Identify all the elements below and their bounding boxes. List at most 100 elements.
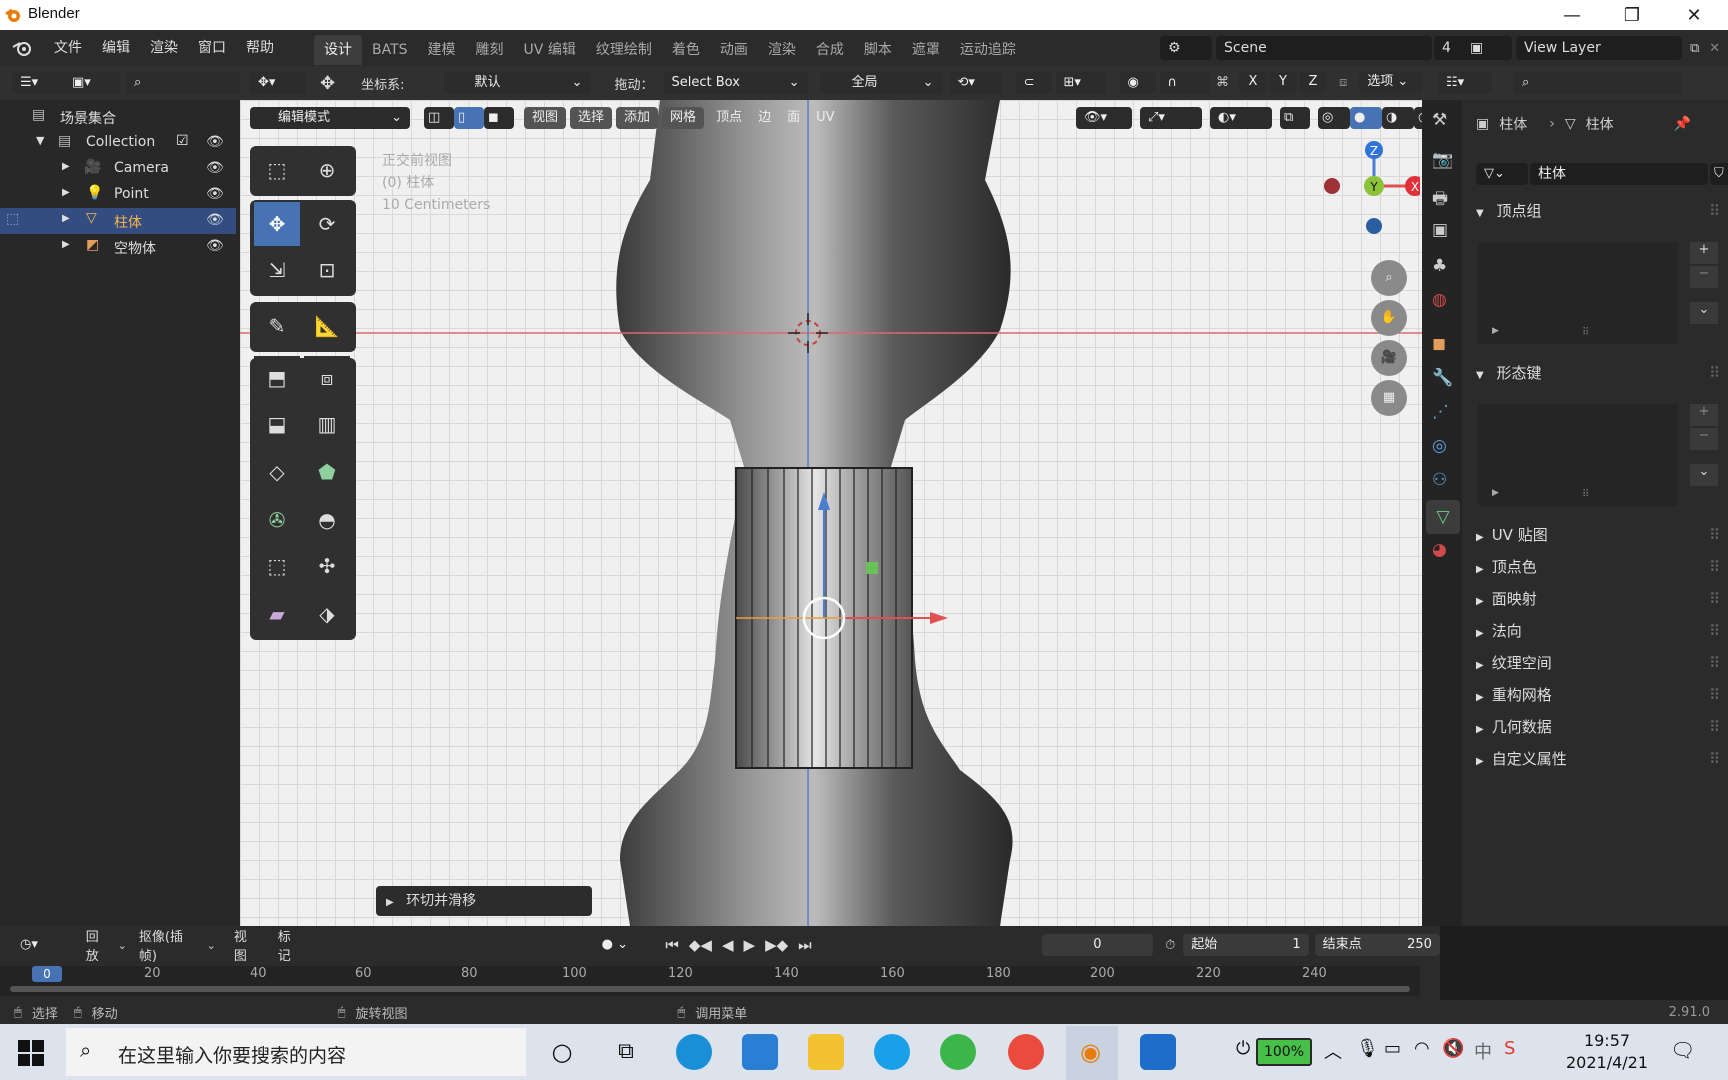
list-resize-handle-icon[interactable]: ⠿ [1582, 489, 1589, 500]
clock[interactable]: 19:57 2021/4/21 [1552, 1030, 1662, 1074]
chrome-icon[interactable] [1008, 1034, 1044, 1070]
vertex-group-specials-button[interactable]: ⌄ [1690, 302, 1718, 324]
rip-tool-icon[interactable]: ⬗ [304, 592, 350, 636]
tool-icon[interactable]: ✥▾ [250, 72, 306, 94]
solid-shading-icon[interactable]: ● [1350, 107, 1382, 129]
camera-view-icon[interactable]: 🎥 [1371, 340, 1407, 376]
panel-shape-keys[interactable]: ▼ 形态键 ⠿ [1462, 362, 1724, 392]
jump-end-icon[interactable]: ⏭ [798, 936, 812, 954]
drag-handle-icon[interactable]: ⠿ [1709, 686, 1720, 704]
scene-tab-icon[interactable]: ♣ [1432, 256, 1447, 276]
wechat-icon[interactable] [940, 1034, 976, 1070]
add-vertex-group-button[interactable]: + [1690, 242, 1718, 264]
cursor-tool-icon[interactable]: ⊕ [304, 148, 350, 192]
move-tool-icon[interactable]: ✥ [254, 202, 300, 246]
navigation-gizmo[interactable]: Z Y X [1320, 136, 1420, 246]
mesh-name-field[interactable]: 柱体 [1530, 163, 1708, 185]
microphone-icon[interactable]: 🎙 [1356, 1038, 1379, 1059]
pan-hand-icon[interactable]: ✋ [1371, 300, 1407, 336]
last-operator-panel[interactable]: ▶ 环切并滑移 [376, 886, 592, 916]
current-frame-field[interactable]: 0 [1041, 934, 1154, 956]
workspace-tab-compositing[interactable]: 合成 [806, 35, 854, 65]
workspace-tab-modeling[interactable]: 建模 [418, 35, 466, 65]
menu-render[interactable]: 渲染 [140, 30, 188, 66]
constraints-tab-icon[interactable]: ⚇ [1432, 470, 1447, 490]
menu-edit[interactable]: 编辑 [92, 30, 140, 66]
expand-arrow-icon[interactable]: ▶ [62, 161, 70, 172]
workspace-tab-bats[interactable]: BATS [362, 35, 418, 65]
zoom-icon[interactable]: ⌕ [1371, 260, 1407, 296]
prev-keyframe-icon[interactable]: ◆◀ [689, 936, 712, 954]
close-button[interactable]: ✕ [1666, 0, 1722, 30]
fake-user-icon[interactable]: ⛉ [1710, 163, 1728, 185]
shrink-fatten-tool-icon[interactable]: ✣ [304, 544, 350, 588]
eye-icon[interactable]: 👁 [206, 134, 224, 152]
volume-muted-icon[interactable]: 🔇 [1442, 1038, 1464, 1059]
drag-dropdown[interactable]: Select Box ⌄ [663, 72, 808, 94]
antivirus-icon[interactable]: S [1504, 1038, 1515, 1059]
material-tab-icon[interactable]: ◕ [1432, 540, 1447, 560]
menu-help[interactable]: 帮助 [236, 30, 284, 66]
shear-tool-icon[interactable]: ▰ [254, 592, 300, 636]
battery-icon[interactable]: ▭ [1384, 1038, 1401, 1059]
orientation-dropdown[interactable]: 默认 ⌄ [444, 72, 591, 94]
drag-handle-icon[interactable]: ⠿ [1709, 526, 1720, 544]
snap-type-icon[interactable]: ⊞▾ [1055, 72, 1106, 94]
particles-tab-icon[interactable]: ⋰ [1432, 402, 1449, 422]
material-shading-icon[interactable]: ◑ [1382, 107, 1414, 129]
menu-view[interactable]: 视图 [524, 107, 567, 129]
menu-window[interactable]: 窗口 [188, 30, 236, 66]
play-icon[interactable]: ▶ [744, 936, 756, 954]
wireframe-shading-icon[interactable]: ◎ [1318, 107, 1350, 129]
mesh-datablock-selector[interactable]: ▽⌄ 柱体 ⛉ [1476, 162, 1728, 186]
menu-uv[interactable]: UV [808, 107, 842, 129]
outliner-item-empty[interactable]: ▶ ◩ 空物体 👁 [0, 234, 236, 260]
poly-build-tool-icon[interactable]: ⬟ [304, 450, 350, 494]
list-filter-arrow-icon[interactable]: ▶ [1492, 488, 1499, 498]
mesh-browse-icon[interactable]: ▽⌄ [1476, 163, 1528, 185]
menu-add[interactable]: 添加 [616, 107, 659, 129]
playhead[interactable]: 0 [32, 966, 62, 982]
ortho-grid-icon[interactable]: ▦ [1371, 380, 1407, 416]
jump-start-icon[interactable]: ⏮ [665, 936, 679, 954]
drag-handle-icon[interactable]: ⠿ [1709, 750, 1720, 768]
panel-geometry-data[interactable]: ▶ 几何数据 ⠿ [1462, 716, 1724, 746]
visibility-icon[interactable]: 👁▾ [1076, 107, 1132, 129]
panel-remesh[interactable]: ▶ 重构网格 ⠿ [1462, 684, 1724, 714]
workspace-tab-texture-paint[interactable]: 纹理绘制 [586, 35, 662, 65]
face-select-icon[interactable]: ◼ [484, 107, 514, 129]
physics-tab-icon[interactable]: ◎ [1432, 436, 1447, 456]
workspace-tab-scripting[interactable]: 脚本 [854, 35, 902, 65]
outliner-item-camera[interactable]: ▶ 🎥 Camera 👁 [0, 156, 236, 182]
outliner-search-input[interactable]: ⌕ [126, 72, 250, 94]
wifi-icon[interactable]: ◠ [1414, 1038, 1430, 1059]
menu-face[interactable]: 面 [779, 107, 808, 129]
menu-playback[interactable]: 回放 [86, 926, 112, 964]
bevel-tool-icon[interactable]: ⬓ [254, 402, 300, 446]
notification-icon[interactable]: 🗨 [1670, 1038, 1695, 1062]
menu-edge[interactable]: 边 [750, 107, 779, 129]
inset-tool-icon[interactable]: ⧈ [304, 356, 350, 400]
restore-button[interactable]: ❐ [1604, 0, 1660, 30]
workspace-tab-uv-editing[interactable]: UV 编辑 [514, 35, 586, 65]
mirror-x-toggle[interactable]: X [1239, 71, 1267, 93]
outliner-item-cylinder[interactable]: ⬚ ▶ ▽ 柱体 👁 [0, 208, 236, 234]
edge-select-icon[interactable]: ▯ [454, 107, 484, 129]
shape-keys-list[interactable]: ▶ ⠿ [1478, 404, 1678, 506]
properties-search-input[interactable]: ⌕ [1514, 72, 1682, 94]
view-layer-selector[interactable]: ▣ View Layer ⧉ ✕ [1462, 36, 1720, 60]
list-filter-arrow-icon[interactable]: ▶ [1492, 326, 1499, 336]
task-view-icon[interactable]: ⧉ [608, 1034, 644, 1070]
workspace-tab-shading[interactable]: 着色 [662, 35, 710, 65]
workspace-tab-rendering[interactable]: 渲染 [758, 35, 806, 65]
remove-shape-key-button[interactable]: − [1690, 428, 1718, 450]
mail-icon[interactable] [742, 1034, 778, 1070]
pin-icon[interactable]: 📌 [1674, 116, 1691, 132]
drag-handle-icon[interactable]: ⠿ [1709, 654, 1720, 672]
workspace-tab-motion-tracking[interactable]: 运动追踪 [950, 35, 1026, 65]
panel-vertex-colors[interactable]: ▶ 顶点色 ⠿ [1462, 556, 1724, 586]
file-explorer-icon[interactable] [808, 1034, 844, 1070]
power-plug-icon[interactable]: ⏻ [1236, 1038, 1250, 1059]
panel-normals[interactable]: ▶ 法向 ⠿ [1462, 620, 1724, 650]
panel-custom-properties[interactable]: ▶ 自定义属性 ⠿ [1462, 748, 1724, 778]
